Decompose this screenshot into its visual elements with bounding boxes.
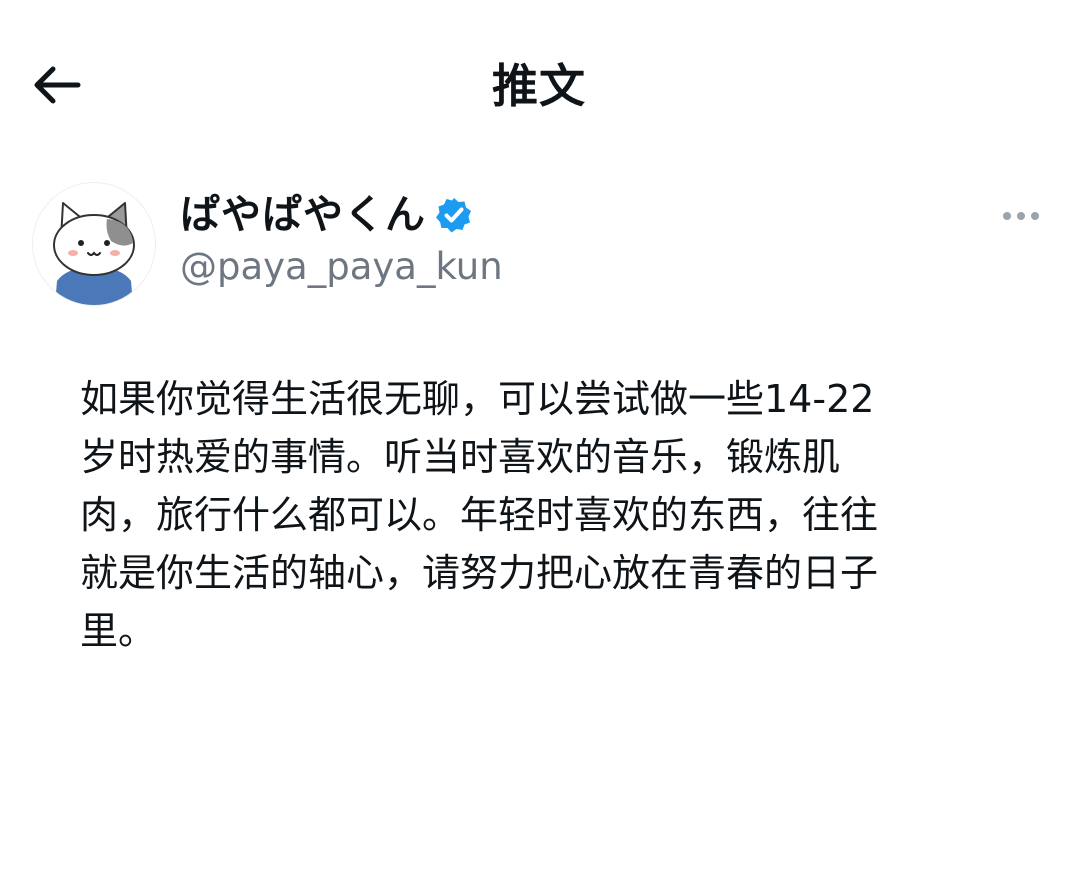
more-options-button[interactable] — [992, 198, 1050, 234]
author-display-name: ぱやぱやくん — [180, 192, 426, 238]
tweet-detail-screen: 推文 ぱやぱやくん @paya_paya_kun 如果你觉得生活很无聊，可以尝试… — [0, 0, 1078, 870]
top-bar: 推文 — [0, 0, 1078, 170]
more-dots-icon — [1001, 207, 1041, 226]
cat-avatar-icon — [33, 202, 155, 305]
author-handle[interactable]: @paya_paya_kun — [180, 242, 503, 292]
author-name-line[interactable]: ぱやぱやくん — [180, 190, 474, 240]
page-title: 推文 — [492, 59, 586, 113]
author-row: ぱやぱやくん @paya_paya_kun — [0, 170, 1078, 320]
tweet-text: 如果你觉得生活很无聊，可以尝试做一些14-22 岁时热爱的事情。听当时喜欢的音乐… — [80, 377, 879, 653]
avatar[interactable] — [32, 182, 156, 306]
verified-badge-icon — [434, 195, 474, 235]
